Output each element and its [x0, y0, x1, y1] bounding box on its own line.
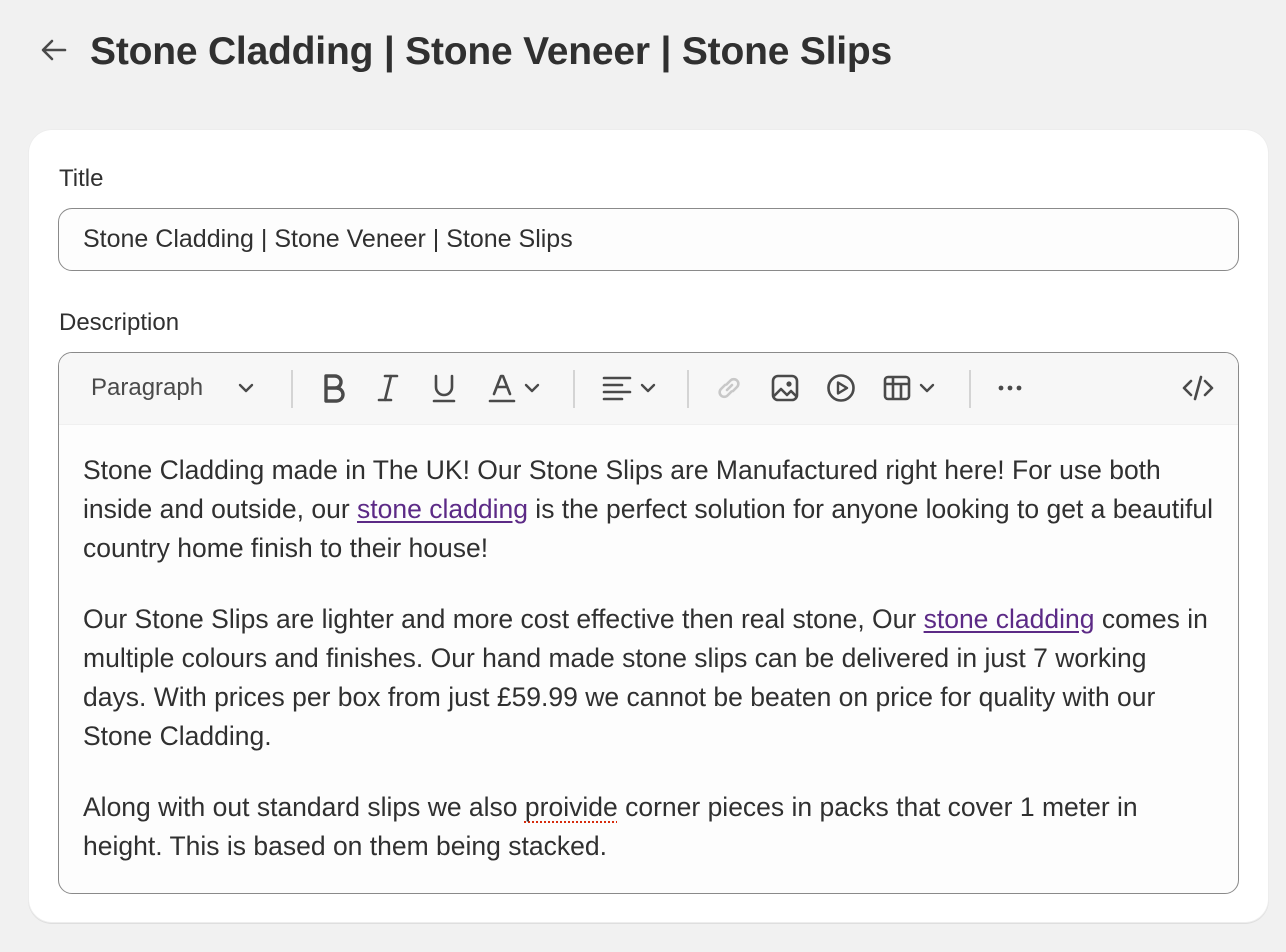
toolbar-divider	[969, 370, 971, 408]
title-label: Title	[59, 165, 104, 192]
image-icon	[770, 373, 800, 403]
toolbar-divider	[687, 370, 689, 408]
table-icon	[882, 373, 912, 403]
table-button[interactable]	[877, 365, 941, 411]
toolbar-divider	[573, 370, 575, 408]
link-button[interactable]	[708, 365, 750, 411]
arrow-left-icon	[39, 35, 69, 70]
product-details-card: Title Description Paragraph	[28, 129, 1269, 923]
code-icon	[1182, 373, 1214, 403]
description-paragraph: Along with out standard slips we also pr…	[83, 788, 1214, 866]
underline-icon	[430, 373, 458, 403]
text-span: Along with out standard slips we also	[83, 792, 525, 822]
editor-toolbar: Paragraph	[59, 353, 1238, 425]
underline-button[interactable]	[423, 365, 465, 411]
text-span: Our Stone Slips are lighter and more cos…	[83, 604, 924, 634]
description-paragraph: Our Stone Slips are lighter and more cos…	[83, 600, 1214, 756]
chevron-down-icon	[639, 379, 657, 397]
chevron-down-icon	[523, 379, 541, 397]
page-header: Stone Cladding | Stone Veneer | Stone Sl…	[36, 24, 892, 80]
misspelled-word[interactable]: proivide	[525, 792, 618, 822]
back-button[interactable]	[36, 34, 72, 70]
chevron-down-icon	[237, 379, 255, 397]
video-icon	[826, 373, 856, 403]
paragraph-format-select[interactable]: Paragraph	[77, 365, 267, 411]
stone-cladding-link[interactable]: stone cladding	[924, 604, 1095, 634]
toolbar-divider	[291, 370, 293, 408]
link-icon	[714, 373, 744, 403]
description-editor: Paragraph Stone Cladding made in The UK!…	[58, 352, 1239, 894]
page-title: Stone Cladding | Stone Veneer | Stone Sl…	[90, 30, 893, 73]
more-button[interactable]	[989, 365, 1031, 411]
image-button[interactable]	[764, 365, 806, 411]
title-input[interactable]	[58, 208, 1239, 271]
italic-icon	[374, 373, 402, 403]
stone-cladding-link[interactable]: stone cladding	[357, 494, 528, 524]
more-icon	[995, 373, 1025, 403]
description-label: Description	[59, 309, 180, 336]
code-view-button[interactable]	[1177, 365, 1219, 411]
description-content[interactable]: Stone Cladding made in The UK! Our Stone…	[59, 425, 1238, 866]
chevron-down-icon	[918, 379, 936, 397]
align-button[interactable]	[593, 365, 665, 411]
video-button[interactable]	[820, 365, 862, 411]
bold-button[interactable]	[313, 365, 355, 411]
italic-button[interactable]	[367, 365, 409, 411]
bold-icon	[320, 373, 348, 403]
paragraph-format-label: Paragraph	[91, 374, 204, 401]
text-color-icon	[487, 373, 517, 403]
description-paragraph: Stone Cladding made in The UK! Our Stone…	[83, 451, 1214, 568]
text-color-button[interactable]	[479, 365, 549, 411]
align-icon	[601, 373, 633, 403]
